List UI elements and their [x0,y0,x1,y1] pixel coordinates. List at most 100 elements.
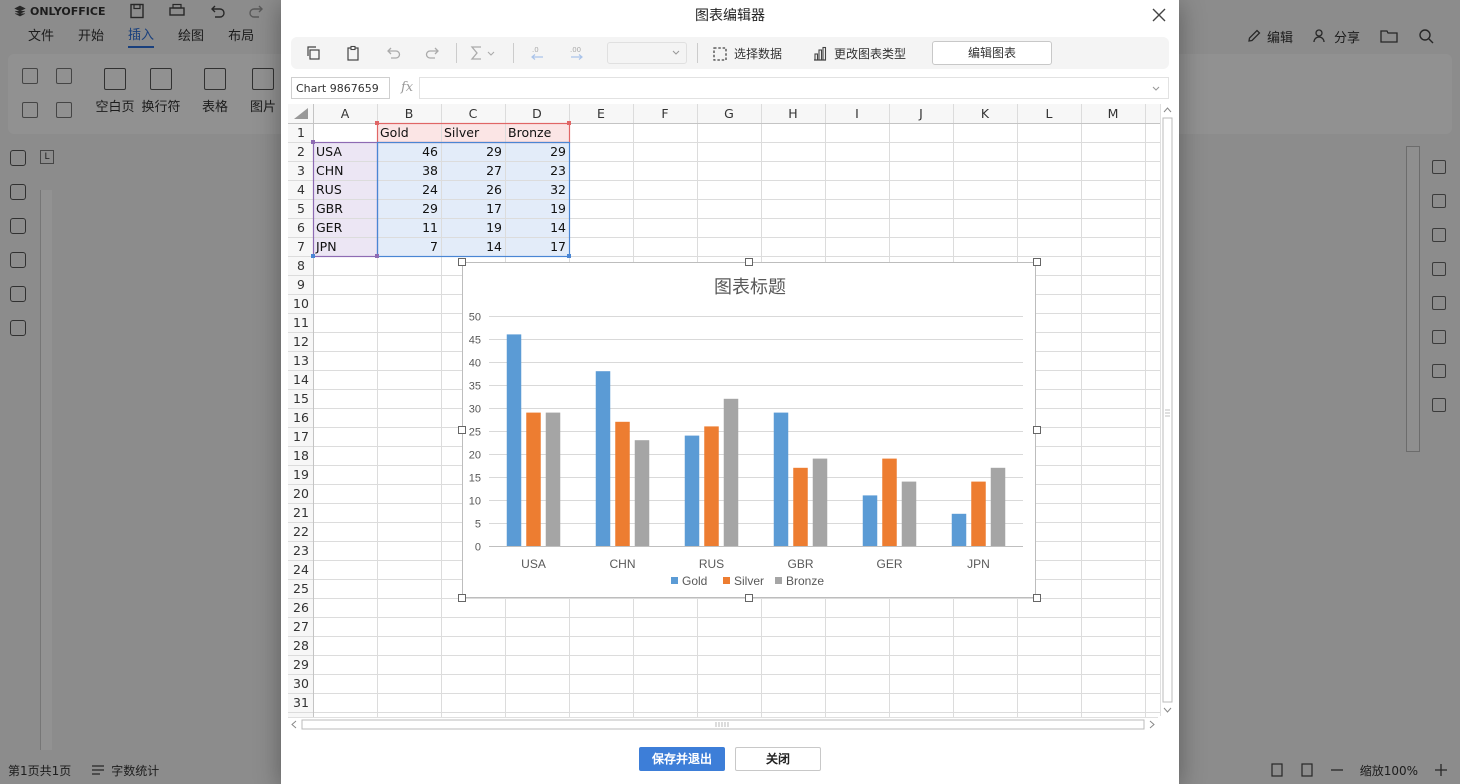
toolbar-separator [456,43,457,63]
row-header: 12 [293,334,309,349]
cell-value: 38 [422,163,438,178]
bar-silver-gbr [793,467,808,546]
sheet-vertical-scrollbar[interactable] [1160,104,1173,716]
decrease-decimal-icon[interactable]: .0 [529,45,545,61]
cell-value: 19 [550,201,566,216]
bar-silver-usa [526,412,541,546]
cell-value: 29 [422,201,438,216]
y-tick-label: 30 [469,404,481,416]
formula-input[interactable] [419,77,1169,99]
bar-gold-rus [684,435,700,546]
cell-value: 14 [486,239,502,254]
y-tick-label: 0 [475,542,481,554]
x-tick-label: GBR [787,557,813,571]
resize-handle-top[interactable] [745,258,753,266]
bar-silver-rus [704,426,719,546]
row-header: 11 [293,315,309,330]
number-format-select[interactable] [607,42,687,64]
resize-handle-top-right[interactable] [1033,258,1041,266]
legend-swatch-gold [671,577,678,584]
column-header: J [919,106,923,121]
cell-value: 29 [550,144,566,159]
copy-icon[interactable] [305,45,321,61]
cell-category: USA [316,144,342,159]
cell-series-name: Bronze [508,125,552,140]
row-header: 16 [293,410,309,425]
resize-handle-bottom[interactable] [745,594,753,602]
close-button[interactable]: 关闭 [735,747,821,771]
column-header: A [340,106,350,121]
row-header: 9 [297,277,305,292]
column-header: H [788,106,798,121]
resize-handle-top-left[interactable] [458,258,466,266]
row-header: 5 [297,201,305,216]
row-header: 4 [297,182,305,197]
column-header: F [661,106,669,121]
resize-handle-bottom-left[interactable] [458,594,466,602]
x-tick-label: CHN [610,557,636,571]
legend-swatch-bronze [775,577,782,584]
cell-value: 11 [422,220,438,235]
redo-icon[interactable] [425,45,441,61]
edit-chart-button[interactable]: 编辑图表 [932,41,1052,65]
change-chart-type-button[interactable]: 更改图表类型 [812,45,906,62]
x-tick-label: USA [521,557,546,571]
legend-label-silver: Silver [734,574,764,588]
y-tick-label: 40 [469,358,481,370]
resize-handle-right[interactable] [1033,426,1041,434]
cell-value: 27 [486,163,502,178]
resize-handle-left[interactable] [458,426,466,434]
y-tick-label: 25 [469,427,481,439]
dialog-title: 图表编辑器 [695,8,765,24]
toolbar-separator [697,43,698,63]
legend-label-bronze: Bronze [786,574,824,588]
expand-chevron-icon[interactable] [1152,86,1160,92]
sheet-horizontal-scrollbar[interactable] [288,717,1158,730]
sum-function-icon[interactable] [469,45,499,61]
row-header: 31 [293,695,309,710]
bar-bronze-gbr [812,458,828,546]
y-tick-label: 10 [469,496,481,508]
function-icon[interactable]: fx [401,80,413,95]
x-tick-label: GER [876,557,902,571]
increase-decimal-icon[interactable]: .00 [569,45,585,61]
change-chart-type-label: 更改图表类型 [834,47,907,61]
bar-bronze-ger [901,481,917,546]
svg-text:.0: .0 [532,46,539,54]
y-tick-label: 20 [469,450,481,462]
bar-chart-icon [814,46,827,61]
name-box[interactable]: Chart 9867659 [291,77,390,99]
scrollbar-track [1162,107,1173,713]
y-tick-label: 35 [469,381,481,393]
column-header: B [404,106,414,121]
chart-object[interactable]: 图表标题 0 5 10 15 20 25 30 35 40 45 50 USA CHN RUS GBR GER… [462,262,1036,598]
bar-bronze-chn [634,440,650,546]
row-header: 19 [293,467,309,482]
cell-value: 23 [550,163,566,178]
close-icon[interactable] [1151,7,1167,23]
row-header: 29 [293,657,309,672]
save-and-exit-button[interactable]: 保存并退出 [639,747,725,771]
y-tick-label: 15 [469,473,481,485]
column-header: K [980,106,990,121]
cell-value: 32 [550,182,566,197]
bar-silver-jpn [971,481,986,546]
dialog-header: 图表编辑器 [281,0,1179,32]
cell-category: GBR [316,201,343,216]
column-header: D [532,106,542,121]
cell-value: 14 [550,220,566,235]
bar-bronze-jpn [990,467,1006,546]
row-header: 17 [293,429,309,444]
select-range-icon [713,46,727,61]
paste-icon[interactable] [345,45,361,61]
column-header: I [855,106,859,121]
svg-text:.00: .00 [570,46,581,54]
legend-swatch-silver [723,577,730,584]
y-tick-label: 50 [469,312,481,324]
row-header: 15 [293,391,309,406]
undo-icon[interactable] [385,45,401,61]
resize-handle-bottom-right[interactable] [1033,594,1041,602]
select-data-button[interactable]: 选择数据 [712,45,782,62]
bar-gold-usa [506,334,522,546]
row-header: 25 [293,581,309,596]
